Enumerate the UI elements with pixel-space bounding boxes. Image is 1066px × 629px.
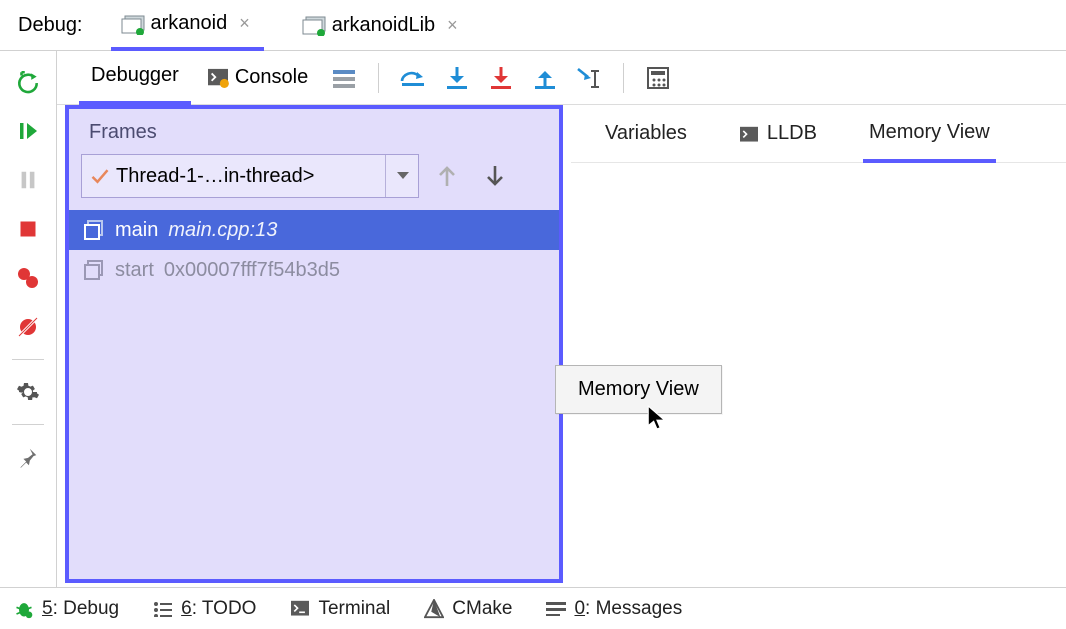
console-tab-label: Console xyxy=(235,66,308,89)
frames-panel: Frames Thread-1-…in-thread> xyxy=(65,105,563,583)
status-terminal-label: Terminal xyxy=(318,598,390,620)
separator xyxy=(12,424,44,425)
separator xyxy=(623,63,624,93)
frame-icon xyxy=(83,259,105,281)
debug-panel: Debugger Console xyxy=(0,51,1066,587)
stop-button[interactable] xyxy=(7,208,49,250)
debug-content: Debugger Console xyxy=(57,51,1066,587)
frame-row[interactable]: start 0x00007fff7f54b3d5 xyxy=(69,250,559,290)
frame-next-button[interactable] xyxy=(475,156,515,196)
status-debug[interactable]: 5: Debug xyxy=(14,598,119,620)
settings-button[interactable] xyxy=(7,371,49,413)
debug-label: Debug: xyxy=(18,14,83,37)
lldb-tab[interactable]: LLDB xyxy=(733,105,823,162)
view-breakpoints-button[interactable] xyxy=(7,257,49,299)
frames-right-pane: Variables LLDB Memory View xyxy=(571,105,1066,587)
debug-actions-sidebar xyxy=(0,51,57,587)
threads-view-icon[interactable] xyxy=(324,58,364,98)
frame-address: 0x00007fff7f54b3d5 xyxy=(164,259,340,282)
status-debug-mnemonic: 5 xyxy=(42,598,53,619)
frame-name: main xyxy=(115,219,158,242)
status-cmake-label: CMake xyxy=(452,598,512,620)
chevron-down-icon xyxy=(385,155,410,197)
terminal-icon xyxy=(290,600,310,618)
cmake-icon xyxy=(424,599,444,619)
step-over-button[interactable] xyxy=(393,58,433,98)
lldb-tab-label: LLDB xyxy=(767,122,817,145)
memory-view-tab[interactable]: Memory View xyxy=(863,106,996,163)
frames-toolbar: Thread-1-…in-thread> xyxy=(69,154,559,210)
separator xyxy=(378,63,379,93)
status-cmake[interactable]: CMake xyxy=(424,598,512,620)
evaluate-expression-button[interactable] xyxy=(638,58,678,98)
separator xyxy=(12,359,44,360)
debug-toolbar: Debugger Console xyxy=(57,51,1066,105)
console-tab[interactable]: Console xyxy=(195,57,320,99)
status-terminal[interactable]: Terminal xyxy=(290,598,390,620)
list-icon xyxy=(153,601,173,617)
frame-icon xyxy=(83,219,105,241)
run-to-cursor-button[interactable] xyxy=(569,58,609,98)
variables-tab[interactable]: Variables xyxy=(599,105,693,162)
status-todo-mnemonic: 6 xyxy=(181,598,192,619)
status-bar: 5: Debug 6: TODO Terminal CMake 0: Messa… xyxy=(0,587,1066,629)
context-menu[interactable]: Memory View xyxy=(555,365,722,414)
close-tab-icon[interactable]: × xyxy=(235,13,254,34)
status-todo[interactable]: 6: TODO xyxy=(153,598,256,620)
status-messages[interactable]: 0: Messages xyxy=(546,598,682,620)
run-tab-label: arkanoid xyxy=(151,12,228,35)
pause-button[interactable] xyxy=(7,159,49,201)
close-tab-icon[interactable]: × xyxy=(443,15,462,36)
frames-title: Frames xyxy=(69,109,559,154)
resume-button[interactable] xyxy=(7,110,49,152)
step-into-button[interactable] xyxy=(437,58,477,98)
thread-selector[interactable]: Thread-1-…in-thread> xyxy=(81,154,419,198)
run-tab-arkanoidlib[interactable]: arkanoidLib × xyxy=(292,0,472,50)
force-step-into-button[interactable] xyxy=(481,58,521,98)
step-out-button[interactable] xyxy=(525,58,565,98)
thread-selector-label: Thread-1-…in-thread> xyxy=(116,165,314,188)
context-menu-item-memory-view[interactable]: Memory View xyxy=(578,378,699,400)
bug-icon xyxy=(14,599,34,619)
mute-breakpoints-button[interactable] xyxy=(7,306,49,348)
memory-view-tab-label: Memory View xyxy=(869,121,990,144)
right-tabs: Variables LLDB Memory View xyxy=(571,105,1066,163)
frame-prev-button[interactable] xyxy=(427,156,467,196)
terminal-icon xyxy=(739,124,759,144)
status-messages-label: : Messages xyxy=(585,598,682,619)
pin-button[interactable] xyxy=(7,436,49,478)
status-todo-label: : TODO xyxy=(192,598,257,619)
run-config-icon xyxy=(302,16,324,34)
status-messages-mnemonic: 0 xyxy=(574,598,585,619)
run-config-tabbar: Debug: arkanoid × arkanoidLib × xyxy=(0,0,1066,51)
frame-location: main.cpp:13 xyxy=(168,219,277,242)
console-icon xyxy=(207,68,229,88)
frame-name: start xyxy=(115,259,154,282)
check-icon xyxy=(90,166,110,186)
list-icon xyxy=(546,602,566,616)
run-tab-label: arkanoidLib xyxy=(332,14,435,37)
debug-split: Frames Thread-1-…in-thread> xyxy=(57,105,1066,587)
debugger-tab-label: Debugger xyxy=(91,64,179,87)
run-config-icon xyxy=(121,15,143,33)
run-tab-arkanoid[interactable]: arkanoid × xyxy=(111,1,264,51)
rerun-button[interactable] xyxy=(7,61,49,103)
frame-row-selected[interactable]: main main.cpp:13 xyxy=(69,210,559,250)
variables-tab-label: Variables xyxy=(605,122,687,145)
debugger-tab[interactable]: Debugger xyxy=(79,51,191,105)
status-debug-label: : Debug xyxy=(53,598,120,619)
